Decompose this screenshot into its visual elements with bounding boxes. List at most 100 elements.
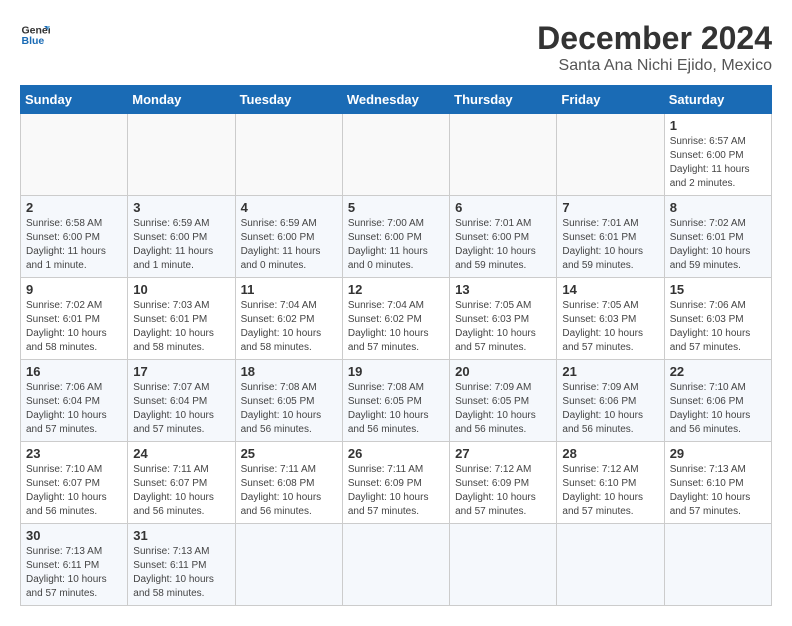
day-number: 17 (133, 364, 229, 379)
calendar-row: 9 Sunrise: 7:02 AMSunset: 6:01 PMDayligh… (21, 278, 772, 360)
calendar-cell: 25 Sunrise: 7:11 AMSunset: 6:08 PMDaylig… (235, 442, 342, 524)
calendar-cell: 26 Sunrise: 7:11 AMSunset: 6:09 PMDaylig… (342, 442, 449, 524)
day-number: 16 (26, 364, 122, 379)
day-number: 27 (455, 446, 551, 461)
month-title: December 2024 (537, 20, 772, 57)
calendar-row: 23 Sunrise: 7:10 AMSunset: 6:07 PMDaylig… (21, 442, 772, 524)
day-number: 3 (133, 200, 229, 215)
day-number: 19 (348, 364, 444, 379)
day-info: Sunrise: 7:13 AMSunset: 6:11 PMDaylight:… (26, 545, 122, 601)
day-info: Sunrise: 7:12 AMSunset: 6:09 PMDaylight:… (455, 463, 551, 519)
day-number: 24 (133, 446, 229, 461)
calendar-cell (235, 524, 342, 606)
calendar-cell: 8 Sunrise: 7:02 AMSunset: 6:01 PMDayligh… (664, 196, 771, 278)
calendar-cell: 23 Sunrise: 7:10 AMSunset: 6:07 PMDaylig… (21, 442, 128, 524)
day-number: 2 (26, 200, 122, 215)
day-info: Sunrise: 7:01 AMSunset: 6:01 PMDaylight:… (562, 217, 658, 273)
day-number: 1 (670, 118, 766, 133)
day-number: 26 (348, 446, 444, 461)
day-info: Sunrise: 7:02 AMSunset: 6:01 PMDaylight:… (670, 217, 766, 273)
calendar-cell: 15 Sunrise: 7:06 AMSunset: 6:03 PMDaylig… (664, 278, 771, 360)
day-number: 29 (670, 446, 766, 461)
calendar-cell: 5 Sunrise: 7:00 AMSunset: 6:00 PMDayligh… (342, 196, 449, 278)
calendar-cell: 24 Sunrise: 7:11 AMSunset: 6:07 PMDaylig… (128, 442, 235, 524)
calendar-cell: 20 Sunrise: 7:09 AMSunset: 6:05 PMDaylig… (450, 360, 557, 442)
weekday-header: Thursday (450, 86, 557, 114)
weekday-header: Saturday (664, 86, 771, 114)
day-info: Sunrise: 7:11 AMSunset: 6:08 PMDaylight:… (241, 463, 337, 519)
day-info: Sunrise: 6:57 AMSunset: 6:00 PMDaylight:… (670, 135, 766, 191)
day-info: Sunrise: 7:12 AMSunset: 6:10 PMDaylight:… (562, 463, 658, 519)
calendar-cell: 22 Sunrise: 7:10 AMSunset: 6:06 PMDaylig… (664, 360, 771, 442)
day-number: 10 (133, 282, 229, 297)
day-info: Sunrise: 7:10 AMSunset: 6:07 PMDaylight:… (26, 463, 122, 519)
day-info: Sunrise: 7:09 AMSunset: 6:05 PMDaylight:… (455, 381, 551, 437)
day-info: Sunrise: 7:05 AMSunset: 6:03 PMDaylight:… (562, 299, 658, 355)
calendar-cell: 27 Sunrise: 7:12 AMSunset: 6:09 PMDaylig… (450, 442, 557, 524)
day-number: 14 (562, 282, 658, 297)
day-info: Sunrise: 7:04 AMSunset: 6:02 PMDaylight:… (348, 299, 444, 355)
day-number: 12 (348, 282, 444, 297)
day-info: Sunrise: 7:10 AMSunset: 6:06 PMDaylight:… (670, 381, 766, 437)
location-title: Santa Ana Nichi Ejido, Mexico (537, 57, 772, 75)
weekday-header-row: SundayMondayTuesdayWednesdayThursdayFrid… (21, 86, 772, 114)
day-number: 15 (670, 282, 766, 297)
day-number: 9 (26, 282, 122, 297)
day-info: Sunrise: 7:06 AMSunset: 6:03 PMDaylight:… (670, 299, 766, 355)
day-info: Sunrise: 7:06 AMSunset: 6:04 PMDaylight:… (26, 381, 122, 437)
calendar-cell (557, 114, 664, 196)
day-info: Sunrise: 7:01 AMSunset: 6:00 PMDaylight:… (455, 217, 551, 273)
calendar-cell (128, 114, 235, 196)
day-number: 8 (670, 200, 766, 215)
calendar-cell: 16 Sunrise: 7:06 AMSunset: 6:04 PMDaylig… (21, 360, 128, 442)
day-info: Sunrise: 7:11 AMSunset: 6:07 PMDaylight:… (133, 463, 229, 519)
weekday-header: Friday (557, 86, 664, 114)
logo: General Blue (20, 20, 50, 50)
calendar-cell (664, 524, 771, 606)
day-number: 30 (26, 528, 122, 543)
calendar-cell: 2 Sunrise: 6:58 AMSunset: 6:00 PMDayligh… (21, 196, 128, 278)
calendar-cell: 13 Sunrise: 7:05 AMSunset: 6:03 PMDaylig… (450, 278, 557, 360)
calendar-cell (21, 114, 128, 196)
calendar-cell: 3 Sunrise: 6:59 AMSunset: 6:00 PMDayligh… (128, 196, 235, 278)
day-info: Sunrise: 7:04 AMSunset: 6:02 PMDaylight:… (241, 299, 337, 355)
calendar-cell: 17 Sunrise: 7:07 AMSunset: 6:04 PMDaylig… (128, 360, 235, 442)
day-number: 23 (26, 446, 122, 461)
day-number: 28 (562, 446, 658, 461)
day-number: 18 (241, 364, 337, 379)
weekday-header: Tuesday (235, 86, 342, 114)
day-number: 21 (562, 364, 658, 379)
header: General Blue December 2024 Santa Ana Nic… (20, 20, 772, 75)
calendar-cell: 10 Sunrise: 7:03 AMSunset: 6:01 PMDaylig… (128, 278, 235, 360)
day-info: Sunrise: 7:09 AMSunset: 6:06 PMDaylight:… (562, 381, 658, 437)
day-number: 5 (348, 200, 444, 215)
calendar-cell: 21 Sunrise: 7:09 AMSunset: 6:06 PMDaylig… (557, 360, 664, 442)
calendar-cell: 1 Sunrise: 6:57 AMSunset: 6:00 PMDayligh… (664, 114, 771, 196)
day-info: Sunrise: 7:00 AMSunset: 6:00 PMDaylight:… (348, 217, 444, 273)
day-info: Sunrise: 7:02 AMSunset: 6:01 PMDaylight:… (26, 299, 122, 355)
calendar-row: 1 Sunrise: 6:57 AMSunset: 6:00 PMDayligh… (21, 114, 772, 196)
day-number: 7 (562, 200, 658, 215)
calendar-cell: 9 Sunrise: 7:02 AMSunset: 6:01 PMDayligh… (21, 278, 128, 360)
calendar-table: SundayMondayTuesdayWednesdayThursdayFrid… (20, 85, 772, 606)
calendar-cell: 31 Sunrise: 7:13 AMSunset: 6:11 PMDaylig… (128, 524, 235, 606)
day-info: Sunrise: 7:08 AMSunset: 6:05 PMDaylight:… (241, 381, 337, 437)
day-info: Sunrise: 7:05 AMSunset: 6:03 PMDaylight:… (455, 299, 551, 355)
day-info: Sunrise: 6:59 AMSunset: 6:00 PMDaylight:… (133, 217, 229, 273)
calendar-cell (235, 114, 342, 196)
day-info: Sunrise: 6:58 AMSunset: 6:00 PMDaylight:… (26, 217, 122, 273)
logo-icon: General Blue (20, 20, 50, 50)
calendar-cell (450, 114, 557, 196)
day-number: 4 (241, 200, 337, 215)
day-number: 6 (455, 200, 551, 215)
calendar-row: 2 Sunrise: 6:58 AMSunset: 6:00 PMDayligh… (21, 196, 772, 278)
weekday-header: Wednesday (342, 86, 449, 114)
calendar-cell: 6 Sunrise: 7:01 AMSunset: 6:00 PMDayligh… (450, 196, 557, 278)
calendar-cell: 30 Sunrise: 7:13 AMSunset: 6:11 PMDaylig… (21, 524, 128, 606)
calendar-row: 16 Sunrise: 7:06 AMSunset: 6:04 PMDaylig… (21, 360, 772, 442)
day-number: 13 (455, 282, 551, 297)
calendar-cell: 29 Sunrise: 7:13 AMSunset: 6:10 PMDaylig… (664, 442, 771, 524)
day-info: Sunrise: 6:59 AMSunset: 6:00 PMDaylight:… (241, 217, 337, 273)
day-info: Sunrise: 7:13 AMSunset: 6:11 PMDaylight:… (133, 545, 229, 601)
calendar-cell: 12 Sunrise: 7:04 AMSunset: 6:02 PMDaylig… (342, 278, 449, 360)
